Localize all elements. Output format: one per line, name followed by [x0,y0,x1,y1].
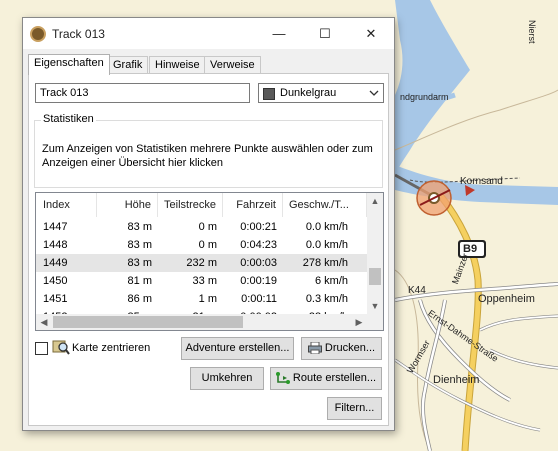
track-properties-dialog: Track 013 — ☐ ✕ Eigenschaften Grafik Hin… [22,17,395,431]
table-row[interactable]: 1447 83 m 0 m 0:00:21 0.0 km/h [36,218,367,236]
cell-geschwindigkeit: 6 km/h [314,275,348,287]
center-map-label[interactable]: Karte zentrieren [72,342,150,354]
table-row[interactable]: 1448 83 m 0 m 0:04:23 0.0 km/h [36,236,367,254]
minimize-button[interactable]: — [256,18,302,49]
cell-hoehe: 83 m [127,257,152,269]
horizontal-scroll-thumb[interactable] [53,316,243,328]
title-bar[interactable]: Track 013 — ☐ ✕ [23,18,394,49]
filter-button[interactable]: Filtern... [327,397,382,420]
cell-index: 1451 [43,293,68,305]
tab-hinweise[interactable]: Hinweise [149,56,206,74]
cell-teilstrecke: 0 m [198,239,217,251]
color-swatch [263,88,275,100]
chevron-down-icon [369,90,379,96]
cell-fahrzeit: 0:00:03 [240,257,277,269]
close-button[interactable]: ✕ [348,18,394,49]
cell-geschwindigkeit: 0.0 km/h [305,239,348,251]
cell-geschwindigkeit: 0.0 km/h [305,221,348,233]
map-label-k44: K44 [408,285,426,296]
column-header-teilstrecke[interactable]: Teilstrecke [158,193,223,217]
window-title: Track 013 [52,27,105,41]
vertical-scroll-thumb[interactable] [369,268,381,285]
map-label-dienheim: Dienheim [433,374,480,386]
scroll-right-arrow-icon[interactable]: ▶ [351,317,367,327]
tab-verweise[interactable]: Verweise [204,56,261,74]
column-header-index[interactable]: Index [36,193,97,217]
column-header-fahrzeit[interactable]: Fahrzeit [223,193,283,217]
cell-fahrzeit: 0:00:19 [240,275,277,287]
create-adventure-button[interactable]: Adventure erstellen... [181,337,294,360]
statistics-group: Statistiken Zum Anzeigen von Statistiken… [34,113,383,188]
scroll-up-arrow-icon[interactable]: ▲ [367,196,383,206]
scroll-left-arrow-icon[interactable]: ◀ [36,317,52,327]
app-icon [30,26,46,42]
cell-index: 1448 [43,239,68,251]
cell-geschwindigkeit: 0.3 km/h [305,293,348,305]
table-row-selected[interactable]: 1449 83 m 232 m 0:00:03 278 km/h [36,254,367,272]
cell-index: 1450 [43,275,68,287]
printer-icon [307,342,322,355]
track-points-table: Index Höhe Teilstrecke Fahrzeit Geschw./… [35,192,384,331]
cell-fahrzeit: 0:04:23 [240,239,277,251]
statistics-group-title: Statistiken [41,113,96,125]
cell-geschwindigkeit: 278 km/h [302,257,348,269]
create-route-button-label: Route erstellen... [292,372,377,384]
tab-grafik[interactable]: Grafik [107,56,149,74]
cell-hoehe: 86 m [127,293,152,305]
color-select[interactable]: Dunkelgrau [258,83,384,103]
cell-fahrzeit: 0:00:11 [241,293,277,305]
tab-eigenschaften[interactable]: Eigenschaften [28,54,110,75]
reverse-button[interactable]: Umkehren [190,367,264,390]
cell-index: 1447 [43,221,68,233]
map-label-kornsand: Kornsand [460,176,503,187]
column-header-hoehe[interactable]: Höhe [97,193,158,217]
cell-fahrzeit: 0:00:21 [240,221,277,233]
cell-hoehe: 83 m [127,221,152,233]
cell-hoehe: 83 m [127,239,152,251]
create-route-button[interactable]: Route erstellen... [270,367,382,390]
print-button-label: Drucken... [324,342,376,354]
cell-teilstrecke: 232 m [186,257,217,269]
table-row[interactable]: 1451 86 m 1 m 0:00:11 0.3 km/h [36,290,367,308]
track-name-input[interactable]: Track 013 [35,83,250,103]
print-button[interactable]: Drucken... [301,337,382,360]
map-magnifier-icon [52,340,70,355]
horizontal-scrollbar[interactable]: ◀ ▶ [36,314,367,330]
center-map-checkbox[interactable] [35,342,48,355]
route-icon [275,372,290,385]
map-label-oppenheim: Oppenheim [478,293,535,305]
cell-index: 1449 [43,257,68,269]
cell-teilstrecke: 33 m [192,275,217,287]
statistics-info-text[interactable]: Zum Anzeigen von Statistiken mehrere Pun… [42,142,377,170]
column-header-geschwindigkeit[interactable]: Geschw./T... [283,193,367,217]
maximize-button[interactable]: ☐ [302,18,348,49]
cell-teilstrecke: 0 m [198,221,217,233]
properties-panel: Track 013 Dunkelgrau Statistiken Zum Anz… [28,73,389,426]
screen: ndgrundarm Kornsand B9 K44 Oppenheim Mai… [0,0,558,451]
scroll-down-arrow-icon[interactable]: ▼ [367,301,383,311]
map-label-nierst: Nierst [527,20,537,44]
map-label-ndgrundarm: ndgrundarm [400,92,449,102]
cell-teilstrecke: 1 m [198,293,217,305]
cell-hoehe: 81 m [127,275,152,287]
vertical-scrollbar[interactable]: ▲ ▼ [367,193,383,314]
scroll-corner [367,314,383,330]
color-select-value: Dunkelgrau [280,87,337,99]
table-row[interactable]: 1450 81 m 33 m 0:00:19 6 km/h [36,272,367,290]
